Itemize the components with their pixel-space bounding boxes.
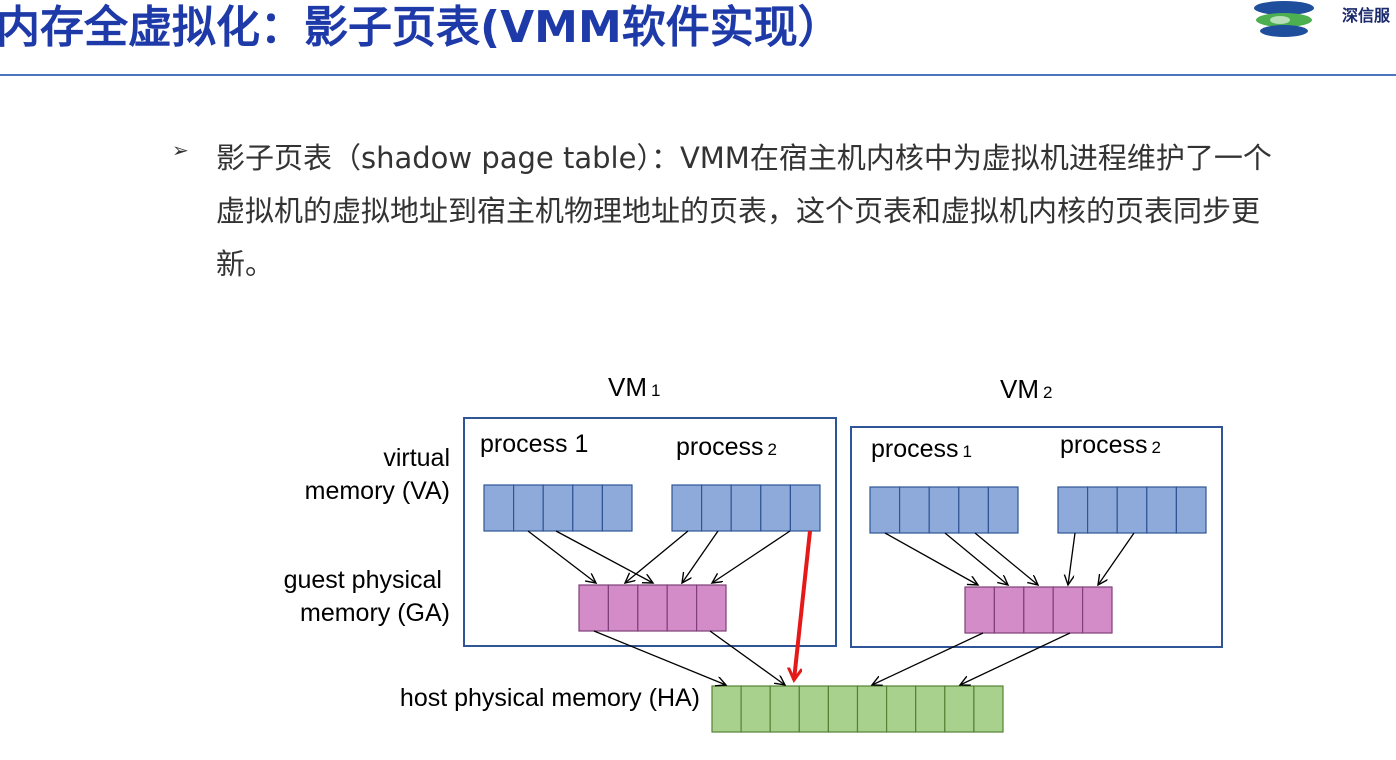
ga-cell <box>637 584 668 632</box>
vm2-ga-row <box>964 586 1113 634</box>
va-cell <box>601 484 633 532</box>
vm1-process2-va-row <box>671 484 821 532</box>
va-cell <box>869 486 901 534</box>
va-cell <box>542 484 574 532</box>
va-cell <box>512 484 544 532</box>
label-virtual-line2: memory (VA) <box>305 477 450 505</box>
mapping-arrow <box>944 532 1008 585</box>
va-cell <box>483 484 515 532</box>
vm2-process-b-label: process 2 <box>1060 431 1161 459</box>
vm1-process1-va-row <box>483 484 633 532</box>
label-guest-line1: guest physical <box>284 566 442 594</box>
mapping-arrow <box>555 530 653 583</box>
ga-cell <box>578 584 609 632</box>
va-cell <box>928 486 960 534</box>
mapping-arrow <box>682 530 719 583</box>
ha-cell <box>885 685 917 733</box>
va-cell <box>1057 486 1089 534</box>
ga-cell <box>695 584 727 632</box>
va-cell <box>958 486 989 534</box>
vm2-label: VM 2 <box>1000 374 1052 404</box>
va-cell <box>1146 486 1178 534</box>
va-cell <box>572 484 603 532</box>
vm2-process-a-label: process 1 <box>871 435 972 463</box>
va-cell <box>760 484 791 532</box>
mapping-arrow <box>960 632 1071 685</box>
vm1-va-to-ga-arrows <box>527 530 791 583</box>
mapping-arrow <box>712 530 791 583</box>
label-host: host physical memory (HA) <box>400 684 700 712</box>
va-cell <box>730 484 762 532</box>
ga-to-ha-arrows <box>593 630 1071 685</box>
mapping-arrow <box>872 632 984 685</box>
ha-cell <box>769 685 800 733</box>
vm1-process-a-label: process 1 <box>480 430 588 458</box>
ga-cell <box>993 586 1025 634</box>
vm2-va-to-ga-arrows <box>884 532 1135 585</box>
ha-cell <box>711 685 742 733</box>
va-cell <box>1116 486 1148 534</box>
va-cell <box>789 484 821 532</box>
vm1-ga-row <box>578 584 727 632</box>
mapping-arrow <box>625 530 689 583</box>
label-virtual-line1: virtual <box>383 444 450 472</box>
mapping-arrow <box>1068 532 1076 585</box>
va-cell <box>1175 486 1207 534</box>
ha-cell <box>944 685 975 733</box>
va-cell <box>898 486 930 534</box>
ga-cell <box>666 584 698 632</box>
ga-cell <box>607 584 639 632</box>
ga-cell <box>1023 586 1054 634</box>
ha-cell <box>915 685 946 733</box>
ha-cell <box>973 685 1004 733</box>
va-cell <box>987 486 1019 534</box>
mapping-arrow <box>1098 532 1135 585</box>
ga-cell <box>1052 586 1084 634</box>
va-cell <box>671 484 703 532</box>
mapping-arrow <box>527 530 596 583</box>
label-guest-line2: memory (GA) <box>300 599 450 627</box>
ga-cell <box>964 586 995 634</box>
mapping-arrow <box>884 532 978 585</box>
vm2-process2-va-row <box>1057 486 1207 534</box>
slide: 内存全虚拟化：影子页表(VMM软件实现） 深信服 ➢ 影子页表（shadow p… <box>0 0 1396 760</box>
ga-cell <box>1081 586 1113 634</box>
ha-cell <box>827 685 859 733</box>
ha-cell <box>856 685 888 733</box>
va-cell <box>700 484 732 532</box>
va-cell <box>1086 486 1118 534</box>
vm1-label: VM 1 <box>608 372 660 402</box>
ha-cell <box>740 685 771 733</box>
mapping-arrow <box>974 532 1038 585</box>
vm2-process1-va-row <box>869 486 1019 534</box>
shadow-page-table-diagram: VM 1 VM 2 process 1 process 2 process 1 proc… <box>284 372 1223 733</box>
mapping-arrow <box>593 630 726 685</box>
ha-cell <box>798 685 829 733</box>
mapping-arrow <box>709 630 785 685</box>
vm1-process-b-label: process 2 <box>676 433 777 461</box>
host-ha-row <box>711 685 1004 733</box>
shadow-mapping-arrow <box>794 530 812 680</box>
